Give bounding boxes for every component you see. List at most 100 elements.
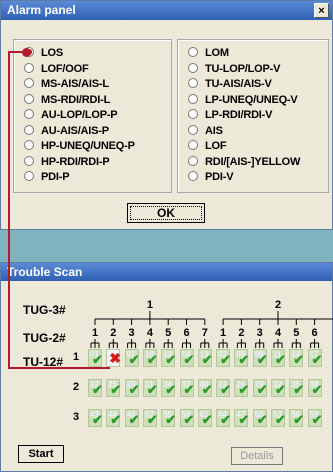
tu12-cell[interactable]: 47 ✔ xyxy=(234,409,250,427)
alarm-option[interactable]: LOF xyxy=(188,139,227,153)
check-icon: ✔ xyxy=(183,352,195,367)
alarm-option-label: TU-LOP/LOP-V xyxy=(205,62,281,75)
tu12-cell-error[interactable]: 04 ✖ xyxy=(106,349,122,367)
tu12-cell[interactable]: 10 ✔ xyxy=(142,349,158,367)
alarm-option[interactable]: MS-AIS/AIS-L xyxy=(24,77,109,91)
radio-icon[interactable] xyxy=(188,62,198,73)
tu12-cell[interactable]: 22 ✔ xyxy=(88,379,103,397)
radio-icon[interactable] xyxy=(188,155,198,166)
tu12-cell[interactable]: 37 ✔ xyxy=(179,379,194,397)
radio-icon[interactable] xyxy=(188,47,198,58)
tug-number: 1 xyxy=(147,299,153,311)
tu12-cell[interactable]: 58 ✔ xyxy=(179,409,194,427)
check-icon: ✔ xyxy=(165,412,177,427)
tu12-cell[interactable]: 34 ✔ xyxy=(161,379,176,397)
tu12-cell[interactable]: 13 ✔ xyxy=(161,349,176,367)
tu12-cell[interactable]: 32 ✔ xyxy=(271,379,286,397)
tu12-cell[interactable]: 11 ✔ xyxy=(271,349,286,367)
alarm-option[interactable]: AU-LOP/LOP-P xyxy=(24,108,118,122)
tug-number: 1 xyxy=(92,327,98,339)
alarm-panel-titlebar[interactable]: Alarm panel × xyxy=(1,1,332,20)
tug-number: 5 xyxy=(165,327,171,339)
tu12-cell[interactable]: 26 ✔ xyxy=(234,379,249,397)
connector-vertical xyxy=(8,51,10,369)
check-icon: ✔ xyxy=(238,412,250,427)
alarm-option[interactable]: LP-RDI/RDI-V xyxy=(188,108,272,122)
check-icon: ✔ xyxy=(146,352,158,367)
tu12-cell[interactable]: 05 ✔ xyxy=(234,349,249,367)
tu12-cell[interactable]: 29 ✔ xyxy=(252,379,268,397)
alarm-option[interactable]: PDI-V xyxy=(188,170,234,184)
close-button[interactable]: × xyxy=(314,3,329,18)
tu12-cell[interactable]: 28 ✔ xyxy=(124,379,140,397)
tu12-cell[interactable]: 17 ✔ xyxy=(307,349,323,367)
tu12-cell[interactable]: 50 ✔ xyxy=(252,409,268,427)
error-x-icon: ✖ xyxy=(109,350,122,366)
tu12-cell[interactable]: 02 ✔ xyxy=(216,349,231,367)
radio-icon[interactable] xyxy=(24,93,34,104)
alarm-option[interactable]: LOF/OOF xyxy=(24,62,89,76)
alarm-option[interactable]: LP-UNEQ/UNEQ-V xyxy=(188,93,298,107)
radio-icon[interactable] xyxy=(24,109,34,120)
alarm-option[interactable]: LOM xyxy=(188,46,229,60)
ok-button[interactable]: OK xyxy=(127,203,205,223)
connector-bottom xyxy=(8,367,110,369)
radio-icon[interactable] xyxy=(24,124,34,135)
trouble-scan-titlebar[interactable]: Trouble Scan xyxy=(1,263,332,281)
radio-icon[interactable] xyxy=(24,171,34,182)
row-number: 3 xyxy=(73,411,80,423)
check-icon: ✔ xyxy=(293,352,305,367)
alarm-option[interactable]: AU-AIS/AIS-P xyxy=(24,124,109,138)
alarm-option-label: AU-LOP/LOP-P xyxy=(41,109,118,121)
tu12-cell[interactable]: 44 ✔ xyxy=(216,409,231,427)
tu12-cell[interactable]: 46 ✔ xyxy=(106,409,121,427)
tu12-cell[interactable]: 59 ✔ xyxy=(307,409,323,427)
tu12-cell[interactable]: 49 ✔ xyxy=(124,409,140,427)
radio-icon[interactable] xyxy=(188,93,198,104)
tu12-cell[interactable]: 25 ✔ xyxy=(106,379,121,397)
tu12-cell[interactable]: 43 ✔ xyxy=(88,409,103,427)
check-icon: ✔ xyxy=(256,352,268,367)
tug-number: 3 xyxy=(257,327,263,339)
alarm-option[interactable]: MS-RDI/RDI-L xyxy=(24,93,110,107)
tu12-cell[interactable]: 31 ✔ xyxy=(142,379,158,397)
tu12-cell[interactable]: 55 ✔ xyxy=(161,409,177,427)
tu12-cell[interactable]: 56 ✔ xyxy=(289,409,304,427)
radio-icon[interactable] xyxy=(24,140,34,151)
tu12-cell[interactable]: 08 ✔ xyxy=(252,349,268,367)
details-button: Details xyxy=(231,447,283,465)
tu12-cell[interactable]: 53 ✔ xyxy=(271,409,286,427)
check-icon: ✔ xyxy=(220,352,231,367)
alarm-option[interactable]: PDI-P xyxy=(24,170,70,184)
start-button[interactable]: Start xyxy=(18,445,64,463)
alarm-option[interactable]: HP-UNEQ/UNEQ-P xyxy=(24,139,135,153)
alarm-option-label: MS-AIS/AIS-L xyxy=(41,78,109,90)
alarm-option[interactable]: AIS xyxy=(188,124,223,138)
check-icon: ✔ xyxy=(311,412,323,427)
tu12-cell[interactable]: 16 ✔ xyxy=(179,349,195,367)
check-icon: ✔ xyxy=(256,412,268,427)
tu12-cell[interactable]: 52 ✔ xyxy=(142,409,158,427)
tu12-cell[interactable]: 01 ✔ xyxy=(88,349,103,367)
tu12-cell[interactable]: 19 ✔ xyxy=(197,349,213,367)
alarm-option[interactable]: RDI/[AIS-]YELLOW xyxy=(188,155,300,169)
radio-icon[interactable] xyxy=(188,171,198,182)
radio-icon[interactable] xyxy=(188,124,198,135)
radio-icon[interactable] xyxy=(24,155,34,166)
alarm-option[interactable]: TU-LOP/LOP-V xyxy=(188,62,280,76)
tu12-cell[interactable]: 23 ✔ xyxy=(216,379,231,397)
tu12-cell[interactable]: 61 ✔ xyxy=(197,409,213,427)
radio-icon[interactable] xyxy=(188,109,198,120)
tu12-cell[interactable]: 38 ✔ xyxy=(307,379,323,397)
tu12-cell[interactable]: 40 ✔ xyxy=(197,379,213,397)
radio-icon[interactable] xyxy=(188,140,198,151)
radio-icon[interactable] xyxy=(24,62,34,73)
alarm-option[interactable]: HP-RDI/RDI-P xyxy=(24,155,110,169)
tu12-cell[interactable]: 35 ✔ xyxy=(289,379,304,397)
alarm-option[interactable]: TU-AIS/AIS-V xyxy=(188,77,272,91)
radio-icon[interactable] xyxy=(188,78,198,89)
tug-number: 6 xyxy=(312,327,318,339)
radio-icon[interactable] xyxy=(24,78,34,89)
tu12-cell[interactable]: 07 ✔ xyxy=(124,349,140,367)
tu12-cell[interactable]: 14 ✔ xyxy=(289,349,305,367)
